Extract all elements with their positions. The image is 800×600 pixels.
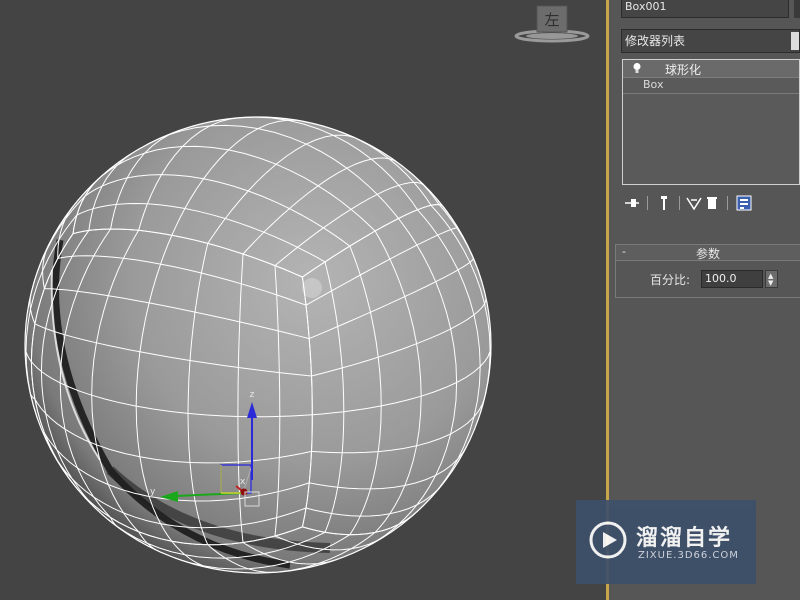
percent-input[interactable]: 100.0 xyxy=(701,270,763,288)
stack-divider xyxy=(623,93,799,94)
stack-toolbar xyxy=(623,194,793,214)
lightbulb-icon[interactable] xyxy=(631,62,643,74)
modifier-stack-item-spherify[interactable]: 球形化 xyxy=(623,60,799,78)
rollout-title: 参数 xyxy=(695,247,720,261)
watermark-subtitle: ZIXUE.3D66.COM xyxy=(638,550,739,561)
show-end-result-icon[interactable] xyxy=(655,194,673,212)
toolbar-separator xyxy=(647,196,648,210)
object-name-field[interactable]: Box001 xyxy=(621,0,789,18)
modifier-stack-label: 球形化 xyxy=(665,63,702,77)
viewport-canvas[interactable]: 左 z y x xyxy=(0,0,606,600)
dropdown-arrow-icon[interactable] xyxy=(791,32,799,50)
modifier-list-dropdown[interactable]: 修改器列表 xyxy=(621,29,800,53)
configure-modifier-sets-icon[interactable] xyxy=(735,194,753,212)
make-unique-icon[interactable] xyxy=(685,194,703,212)
percent-spinner[interactable]: ▲ ▼ xyxy=(765,270,778,288)
pin-stack-icon[interactable] xyxy=(623,194,641,212)
gizmo-z-label: z xyxy=(250,390,255,400)
toolbar-separator xyxy=(679,196,680,210)
remove-modifier-icon[interactable] xyxy=(703,194,721,212)
watermark: 溜溜自学 ZIXUE.3D66.COM xyxy=(576,500,756,584)
toolbar-separator xyxy=(727,196,728,210)
gizmo-x-label: x xyxy=(240,477,246,487)
sphere-object[interactable] xyxy=(24,116,492,574)
play-logo-icon xyxy=(589,521,627,559)
viewcube-label: 左 xyxy=(544,11,559,29)
watermark-title: 溜溜自学 xyxy=(636,526,733,551)
viewcube[interactable]: 左 xyxy=(514,5,590,43)
viewport[interactable]: 左 z y x xyxy=(0,0,606,600)
modifier-stack[interactable]: 球形化 Box xyxy=(622,59,800,185)
gizmo-y-label: y xyxy=(150,487,156,497)
modifier-stack-item-box[interactable]: Box xyxy=(643,78,663,91)
parameters-rollout: - 参数 百分比: 100.0 ▲ ▼ xyxy=(615,244,800,298)
spinner-down-icon[interactable]: ▼ xyxy=(768,280,773,287)
object-color-swatch[interactable] xyxy=(794,0,800,18)
percent-label: 百分比: xyxy=(650,273,691,287)
rollout-header[interactable]: - 参数 xyxy=(616,245,800,261)
modifier-list-label: 修改器列表 xyxy=(625,34,686,48)
